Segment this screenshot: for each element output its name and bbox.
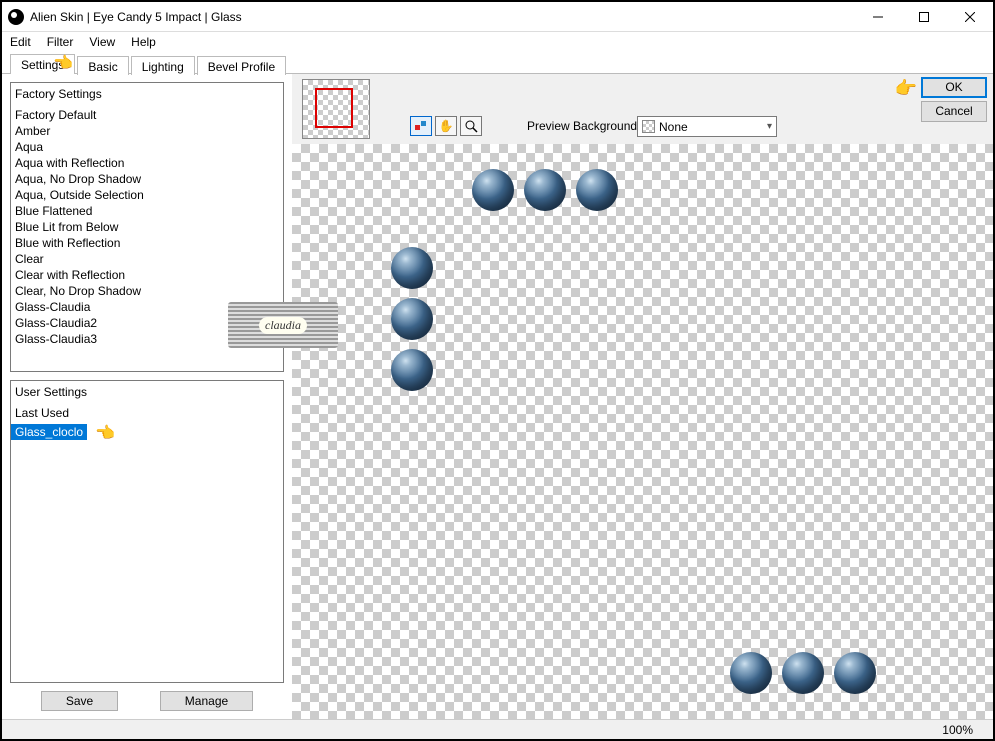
glass-sphere <box>576 169 618 211</box>
user-settings-list[interactable]: User Settings Last Used Glass_cloclo 👉 <box>10 380 284 683</box>
glass-sphere <box>472 169 514 211</box>
title-bar: Alien Skin | Eye Candy 5 Impact | Glass <box>2 2 993 32</box>
minimize-button[interactable] <box>855 2 901 31</box>
user-settings-header: User Settings <box>11 381 283 405</box>
preview-background-select[interactable]: None ▾ <box>637 116 777 137</box>
preview-canvas[interactable] <box>292 144 993 719</box>
settings-panel: Factory Settings Factory Default Amber A… <box>2 74 292 719</box>
list-item[interactable]: Amber <box>11 123 283 139</box>
menu-view[interactable]: View <box>89 35 115 49</box>
list-item[interactable]: Aqua, No Drop Shadow <box>11 171 283 187</box>
list-item[interactable]: Clear <box>11 251 283 267</box>
list-item[interactable]: Blue with Reflection <box>11 235 283 251</box>
thumbnail-selection[interactable] <box>315 88 353 128</box>
menu-bar: Edit Filter View Help <box>2 32 993 52</box>
preview-background-label: Preview Background: <box>527 119 640 133</box>
preview-panel: ✋ Preview Background: None ▾ 👉 OK Cancel <box>292 74 993 719</box>
zoom-tool-icon[interactable] <box>460 116 482 136</box>
glass-sphere <box>782 652 824 694</box>
list-item[interactable]: Clear with Reflection <box>11 267 283 283</box>
pointer-hand-icon: 👉 <box>54 53 74 73</box>
list-item[interactable]: Aqua <box>11 139 283 155</box>
list-item[interactable]: Aqua with Reflection <box>11 155 283 171</box>
thumbnail-navigator[interactable] <box>302 79 370 139</box>
menu-edit[interactable]: Edit <box>10 35 31 49</box>
save-button[interactable]: Save <box>41 691 118 711</box>
watermark: claudia <box>228 302 338 348</box>
preview-background-value: None <box>659 120 688 134</box>
list-item-last-used[interactable]: Last Used <box>11 405 283 421</box>
tab-bar: Settings 👉 Basic Lighting Bevel Profile <box>2 52 993 74</box>
list-item[interactable]: Blue Flattened <box>11 203 283 219</box>
glass-sphere <box>391 349 433 391</box>
glass-sphere <box>391 298 433 340</box>
tab-lighting[interactable]: Lighting <box>131 56 195 75</box>
close-button[interactable] <box>947 2 993 31</box>
tab-bevel[interactable]: Bevel Profile <box>197 56 286 75</box>
glass-sphere <box>730 652 772 694</box>
menu-help[interactable]: Help <box>131 35 156 49</box>
watermark-text: claudia <box>259 317 307 334</box>
window-title: Alien Skin | Eye Candy 5 Impact | Glass <box>30 10 855 24</box>
transparent-swatch-icon <box>642 120 655 133</box>
factory-settings-header: Factory Settings <box>11 83 283 107</box>
zoom-level: 100% <box>942 723 973 737</box>
list-item-selected[interactable]: Glass_cloclo <box>11 424 87 440</box>
chevron-down-icon: ▾ <box>767 121 772 132</box>
list-item[interactable]: Clear, No Drop Shadow <box>11 283 283 299</box>
maximize-button[interactable] <box>901 2 947 31</box>
color-picker-tool[interactable] <box>410 116 432 136</box>
status-bar: 100% <box>2 719 993 739</box>
list-item[interactable]: Factory Default <box>11 107 283 123</box>
glass-sphere <box>834 652 876 694</box>
list-item[interactable]: Aqua, Outside Selection <box>11 187 283 203</box>
glass-sphere <box>391 247 433 289</box>
list-item[interactable]: Blue Lit from Below <box>11 219 283 235</box>
ok-button[interactable]: OK <box>921 77 987 98</box>
menu-filter[interactable]: Filter <box>47 35 74 49</box>
glass-sphere <box>524 169 566 211</box>
pointer-hand-icon: 👉 <box>895 78 917 99</box>
manage-button[interactable]: Manage <box>160 691 253 711</box>
tab-basic[interactable]: Basic <box>77 56 128 75</box>
app-icon <box>8 9 24 25</box>
cancel-button[interactable]: Cancel <box>921 101 987 122</box>
pointer-hand-icon: 👉 <box>96 423 116 443</box>
hand-tool-icon[interactable]: ✋ <box>435 116 457 136</box>
